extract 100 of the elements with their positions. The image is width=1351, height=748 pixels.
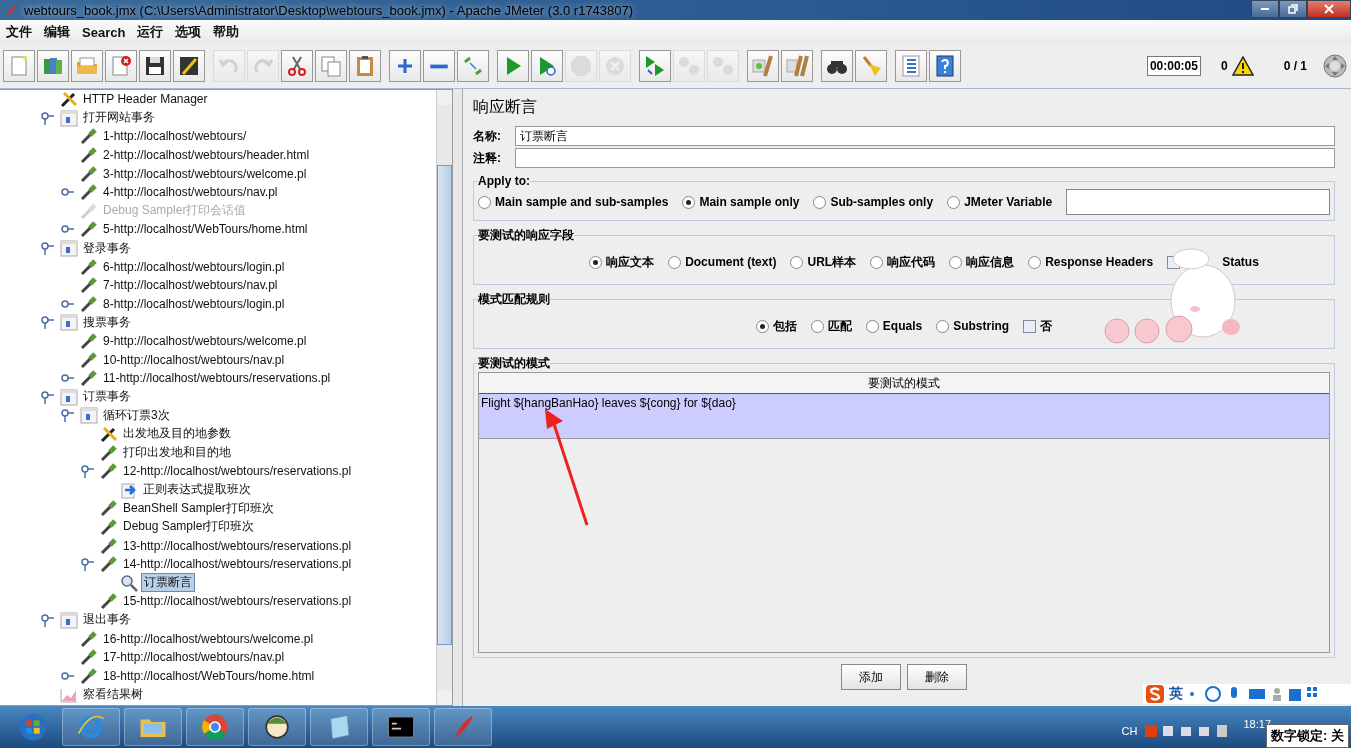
menu-item[interactable]: 运行 bbox=[131, 23, 170, 41]
templates-button[interactable] bbox=[37, 50, 69, 82]
tree-item[interactable]: 13-http://localhost/webtours/reservations.pl bbox=[121, 538, 354, 553]
action-button[interactable]: 添加 bbox=[841, 664, 901, 690]
radio-button[interactable] bbox=[813, 195, 827, 209]
tree-item[interactable]: HTTP Header Manager bbox=[81, 92, 210, 107]
tree-item[interactable]: 12-http://localhost/webtours/reservations.pl bbox=[121, 464, 354, 479]
language-indicator[interactable]: CH bbox=[1121, 725, 1138, 737]
help-button[interactable] bbox=[929, 50, 961, 82]
expanded-handle-icon[interactable] bbox=[80, 464, 94, 479]
tree-item[interactable]: 3-http://localhost/webtours/welcome.pl bbox=[101, 166, 309, 181]
option-label[interactable]: Document (text) bbox=[685, 255, 777, 269]
search-button[interactable] bbox=[821, 50, 853, 82]
option-label[interactable]: Response Headers bbox=[1045, 255, 1154, 269]
option-label[interactable]: JMeter Variable bbox=[964, 195, 1053, 209]
radio-button[interactable] bbox=[790, 255, 804, 269]
option-label[interactable]: Main sample only bbox=[699, 195, 800, 209]
radio-button[interactable] bbox=[870, 255, 884, 269]
clear-all-button[interactable] bbox=[781, 50, 813, 82]
cut-button[interactable] bbox=[281, 50, 313, 82]
radio-button[interactable] bbox=[865, 319, 879, 333]
start-no-pause-button[interactable] bbox=[531, 50, 563, 82]
expanded-handle-icon[interactable] bbox=[40, 241, 54, 256]
tree-item[interactable]: 登录事务 bbox=[81, 239, 133, 257]
option-label[interactable]: Substring bbox=[953, 319, 1010, 333]
expanded-handle-icon[interactable] bbox=[80, 557, 94, 572]
tree-item[interactable]: 7-http://localhost/webtours/nav.pl bbox=[101, 278, 280, 293]
tree-item[interactable]: 4-http://localhost/webtours/nav.pl bbox=[101, 185, 280, 200]
tree-item[interactable]: 1-http://localhost/webtours/ bbox=[101, 129, 249, 144]
radio-button[interactable] bbox=[949, 255, 963, 269]
tree-item[interactable]: 2-http://localhost/webtours/header.html bbox=[101, 148, 312, 163]
name-field[interactable]: 订票断言 bbox=[515, 126, 1335, 146]
save-edit-button[interactable] bbox=[173, 50, 205, 82]
option-label[interactable]: 响应信息 bbox=[966, 253, 1015, 271]
tree-item[interactable]: 17-http://localhost/webtours/nav.pl bbox=[101, 650, 287, 665]
new-button[interactable] bbox=[3, 50, 35, 82]
tree-item[interactable]: 搜票事务 bbox=[81, 313, 133, 331]
menu-item[interactable]: 编辑 bbox=[38, 23, 76, 41]
radio-button[interactable] bbox=[478, 195, 491, 209]
toggle-button[interactable] bbox=[457, 50, 489, 82]
menu-item[interactable]: 文件 bbox=[0, 23, 38, 41]
option-label[interactable]: 响应代码 bbox=[887, 253, 936, 271]
input-method-logo-icon[interactable] bbox=[1145, 684, 1165, 704]
taskbar-app-button[interactable] bbox=[372, 708, 430, 746]
option-label[interactable]: 否 bbox=[1040, 317, 1053, 335]
checkbox[interactable] bbox=[1023, 319, 1037, 333]
option-label[interactable]: 匹配 bbox=[827, 317, 852, 335]
remote-start-button[interactable] bbox=[639, 50, 671, 82]
ime-tools-icon[interactable] bbox=[1187, 685, 1317, 703]
clear-button[interactable] bbox=[747, 50, 779, 82]
menu-item[interactable]: 帮助 bbox=[207, 23, 246, 41]
close-button[interactable] bbox=[105, 50, 137, 82]
expanded-handle-icon[interactable] bbox=[40, 612, 54, 627]
functions-button[interactable] bbox=[895, 50, 927, 82]
restore-button[interactable] bbox=[1279, 0, 1307, 18]
tree-item[interactable]: 11-http://localhost/webtours/reservations.pl bbox=[101, 371, 333, 386]
paste-button[interactable] bbox=[349, 50, 381, 82]
tree-item[interactable]: 5-http://localhost/WebTours/home.html bbox=[101, 222, 310, 237]
option-label[interactable]: 响应文本 bbox=[606, 253, 655, 271]
radio-button[interactable] bbox=[755, 319, 769, 333]
variable-field[interactable] bbox=[1066, 189, 1330, 215]
radio-button[interactable] bbox=[589, 255, 603, 269]
tree-item[interactable]: Debug Sampler打印班次 bbox=[121, 518, 257, 536]
tree-item[interactable]: 16-http://localhost/webtours/welcome.pl bbox=[101, 631, 316, 646]
expanded-handle-icon[interactable] bbox=[40, 110, 54, 125]
copy-button[interactable] bbox=[315, 50, 347, 82]
tree-item[interactable]: 退出事务 bbox=[81, 611, 133, 629]
tree-item[interactable]: 打印出发地和目的地 bbox=[121, 444, 233, 462]
minimize-button[interactable] bbox=[1251, 0, 1279, 18]
column-header[interactable]: 要测试的模式 bbox=[479, 373, 1329, 394]
open-button[interactable] bbox=[71, 50, 103, 82]
scroll-bar[interactable] bbox=[436, 90, 452, 705]
tree-item[interactable]: 9-http://localhost/webtours/welcome.pl bbox=[101, 334, 309, 348]
expanded-handle-icon[interactable] bbox=[40, 389, 54, 404]
radio-button[interactable] bbox=[668, 255, 682, 269]
radio-button[interactable] bbox=[810, 319, 824, 333]
tree-item[interactable]: 出发地及目的地参数 bbox=[121, 425, 233, 443]
expanded-handle-icon[interactable] bbox=[40, 315, 54, 330]
save-button[interactable] bbox=[139, 50, 171, 82]
tree-item[interactable]: BeanShell Sampler打印班次 bbox=[121, 499, 276, 517]
tree-item[interactable]: 18-http://localhost/WebTours/home.html bbox=[101, 668, 317, 683]
expanded-handle-icon[interactable] bbox=[60, 408, 74, 423]
tree-item[interactable]: 察看结果树 bbox=[81, 685, 145, 703]
taskbar-app-button[interactable] bbox=[248, 708, 306, 746]
action-button[interactable]: 删除 bbox=[907, 664, 967, 690]
expand-button[interactable] bbox=[389, 50, 421, 82]
tree-item[interactable]: 10-http://localhost/webtours/nav.pl bbox=[101, 352, 287, 367]
tree-item[interactable]: 6-http://localhost/webtours/login.pl bbox=[101, 259, 287, 274]
collapse-button[interactable] bbox=[423, 50, 455, 82]
tree-item[interactable]: 打开网站事务 bbox=[81, 109, 157, 127]
comment-field[interactable] bbox=[515, 148, 1335, 168]
radio-button[interactable] bbox=[947, 195, 961, 209]
start-button[interactable] bbox=[497, 50, 529, 82]
option-label[interactable]: Main sample and sub-samples bbox=[495, 195, 669, 209]
tree-item[interactable]: 订票断言 bbox=[141, 573, 195, 593]
tree-item[interactable]: 循环订票3次 bbox=[101, 406, 172, 424]
tree-item[interactable]: 正则表达式提取班次 bbox=[141, 481, 253, 499]
menu-item[interactable]: 选项 bbox=[169, 23, 208, 41]
tree-item[interactable]: 14-http://localhost/webtours/reservations.pl bbox=[121, 557, 354, 572]
option-label[interactable]: 包括 bbox=[772, 317, 797, 335]
